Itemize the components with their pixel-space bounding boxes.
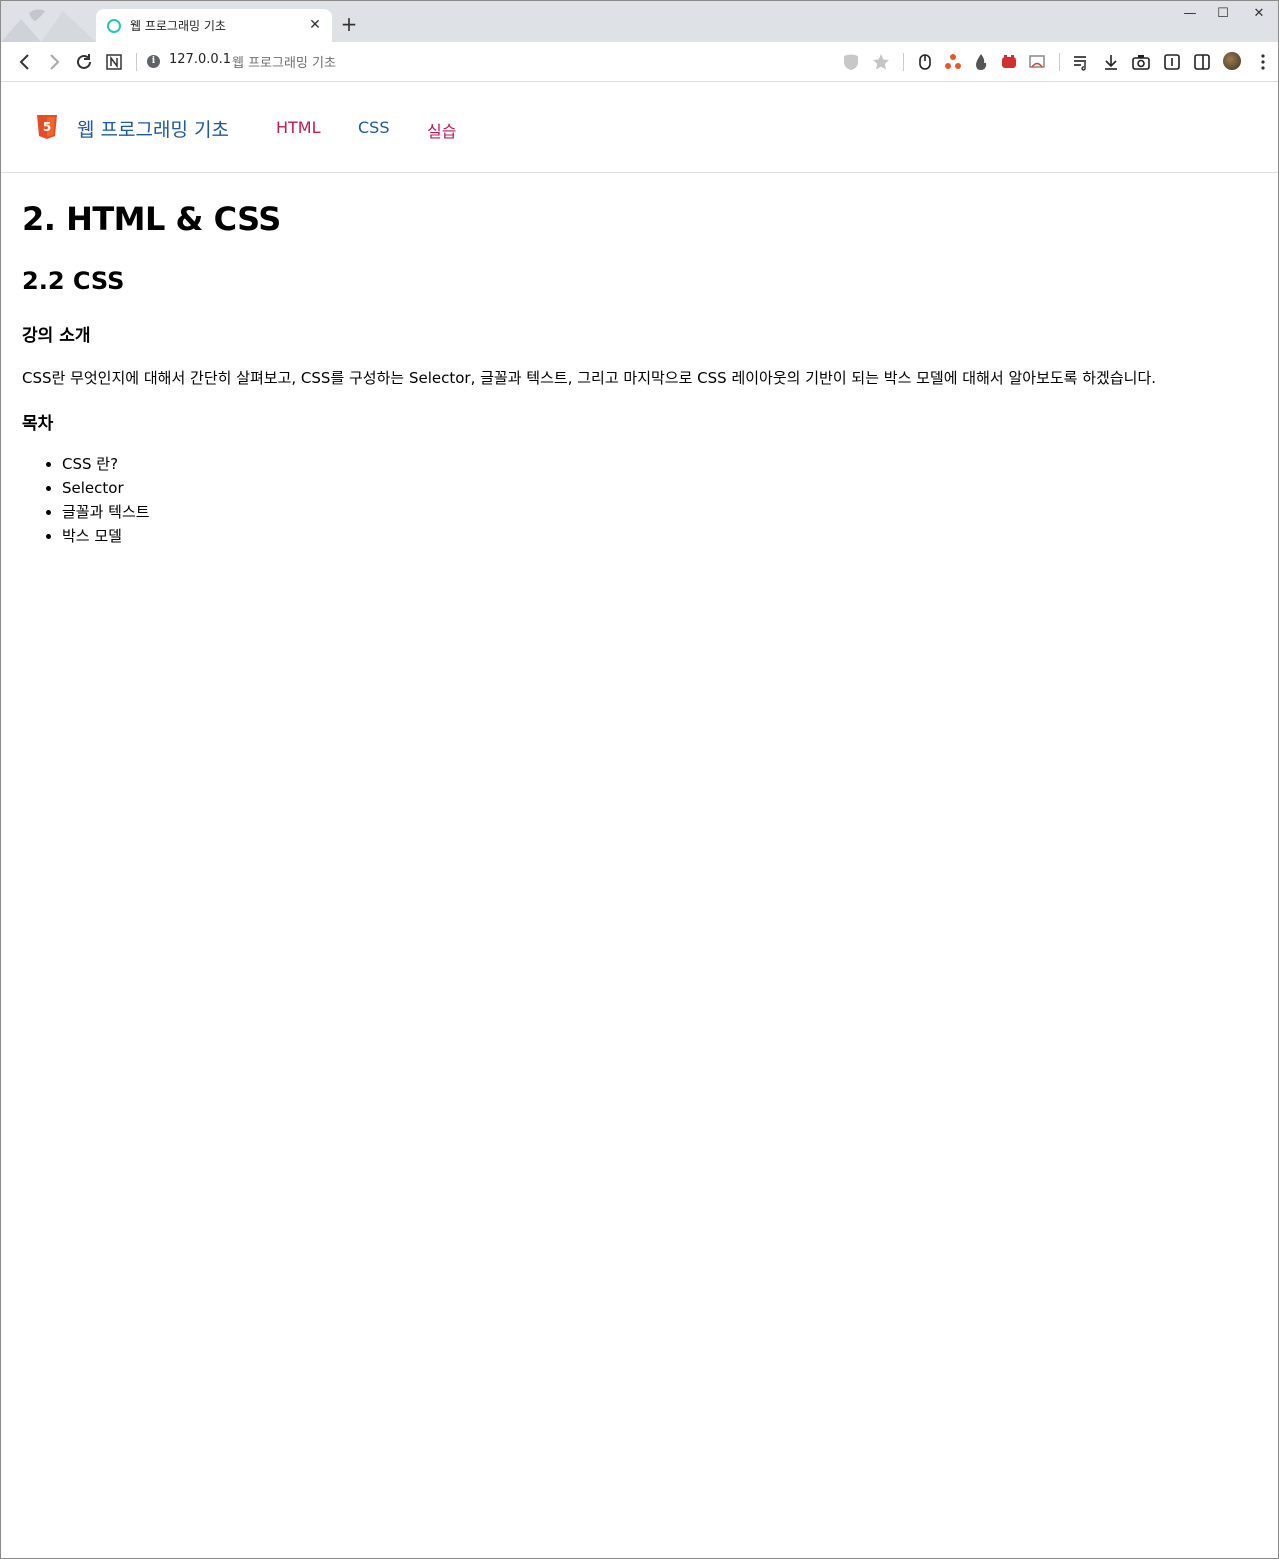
maximize-button[interactable]: ☐ xyxy=(1208,4,1238,24)
toolbar-separator xyxy=(1059,53,1060,71)
site-brand-link[interactable]: 웹 프로그래밍 기초 xyxy=(77,115,229,142)
browser-window: 웹 프로그래밍 기초 ✕ + — ☐ ✕ i 127.0.0.1 웹 프로그래밍… xyxy=(0,0,1279,1559)
download-icon[interactable] xyxy=(1101,52,1121,72)
red-extension-icon[interactable] xyxy=(999,52,1019,72)
toc-item: 글꼴과 텍스트 xyxy=(62,502,150,526)
back-icon[interactable] xyxy=(13,50,37,74)
site-navbar: 5 웹 프로그래밍 기초 HTML CSS 실습 xyxy=(1,82,1278,173)
notion-icon[interactable] xyxy=(102,50,126,74)
toc-list: CSS 란? Selector 글꼴과 텍스트 박스 모델 xyxy=(62,454,150,550)
tab-favicon-icon xyxy=(107,19,121,33)
cast-extension-icon[interactable] xyxy=(1027,52,1047,72)
address-separator xyxy=(136,53,137,71)
playlist-icon[interactable] xyxy=(1071,52,1091,72)
tab-close-icon[interactable]: ✕ xyxy=(306,16,324,34)
tab-strip-decoration xyxy=(1,9,96,42)
fire-extension-icon[interactable] xyxy=(971,52,991,72)
shield-icon[interactable] xyxy=(841,52,861,72)
toc-item: Selector xyxy=(62,478,150,502)
nav-link-practice[interactable]: 실습 xyxy=(427,118,456,142)
page-title: 2. HTML & CSS xyxy=(22,200,281,238)
profile-avatar[interactable] xyxy=(1223,52,1241,70)
html5-logo-text: 5 xyxy=(43,120,51,134)
address-page-title[interactable]: 웹 프로그래밍 기초 xyxy=(232,52,336,71)
nav-link-html[interactable]: HTML xyxy=(276,118,321,137)
reload-icon[interactable] xyxy=(72,50,96,74)
browser-toolbar: i 127.0.0.1 웹 프로그래밍 기초 xyxy=(1,42,1278,82)
camera-icon[interactable] xyxy=(1131,52,1151,72)
toc-heading: 목차 xyxy=(22,414,54,434)
html5-logo-icon[interactable]: 5 xyxy=(36,114,58,140)
bookmark-star-icon[interactable] xyxy=(871,52,891,72)
nav-link-css[interactable]: CSS xyxy=(358,118,389,137)
tab-strip: 웹 프로그래밍 기초 ✕ + — ☐ ✕ xyxy=(1,1,1278,42)
minimize-button[interactable]: — xyxy=(1175,4,1205,24)
intro-heading: 강의 소개 xyxy=(22,326,91,346)
mouse-icon[interactable] xyxy=(915,52,935,72)
forward-icon[interactable] xyxy=(42,50,66,74)
tab-active[interactable]: 웹 프로그래밍 기초 ✕ xyxy=(96,9,332,42)
intro-paragraph: CSS란 무엇인지에 대해서 간단히 살펴보고, CSS를 구성하는 Selec… xyxy=(22,369,1157,387)
toc-item: CSS 란? xyxy=(62,454,150,478)
reader-mode-icon[interactable] xyxy=(1162,52,1182,72)
toc-item: 박스 모델 xyxy=(62,526,150,550)
tab-title: 웹 프로그래밍 기초 xyxy=(130,19,226,33)
more-menu-icon[interactable] xyxy=(1253,52,1273,72)
section-title: 2.2 CSS xyxy=(22,267,125,295)
side-panel-icon[interactable] xyxy=(1192,52,1212,72)
toolbar-separator xyxy=(903,53,904,71)
new-tab-button[interactable]: + xyxy=(338,13,360,35)
site-info-icon[interactable]: i xyxy=(147,55,160,68)
network-extension-icon[interactable] xyxy=(943,52,963,72)
address-host[interactable]: 127.0.0.1 xyxy=(169,52,231,67)
close-window-button[interactable]: ✕ xyxy=(1244,4,1274,24)
